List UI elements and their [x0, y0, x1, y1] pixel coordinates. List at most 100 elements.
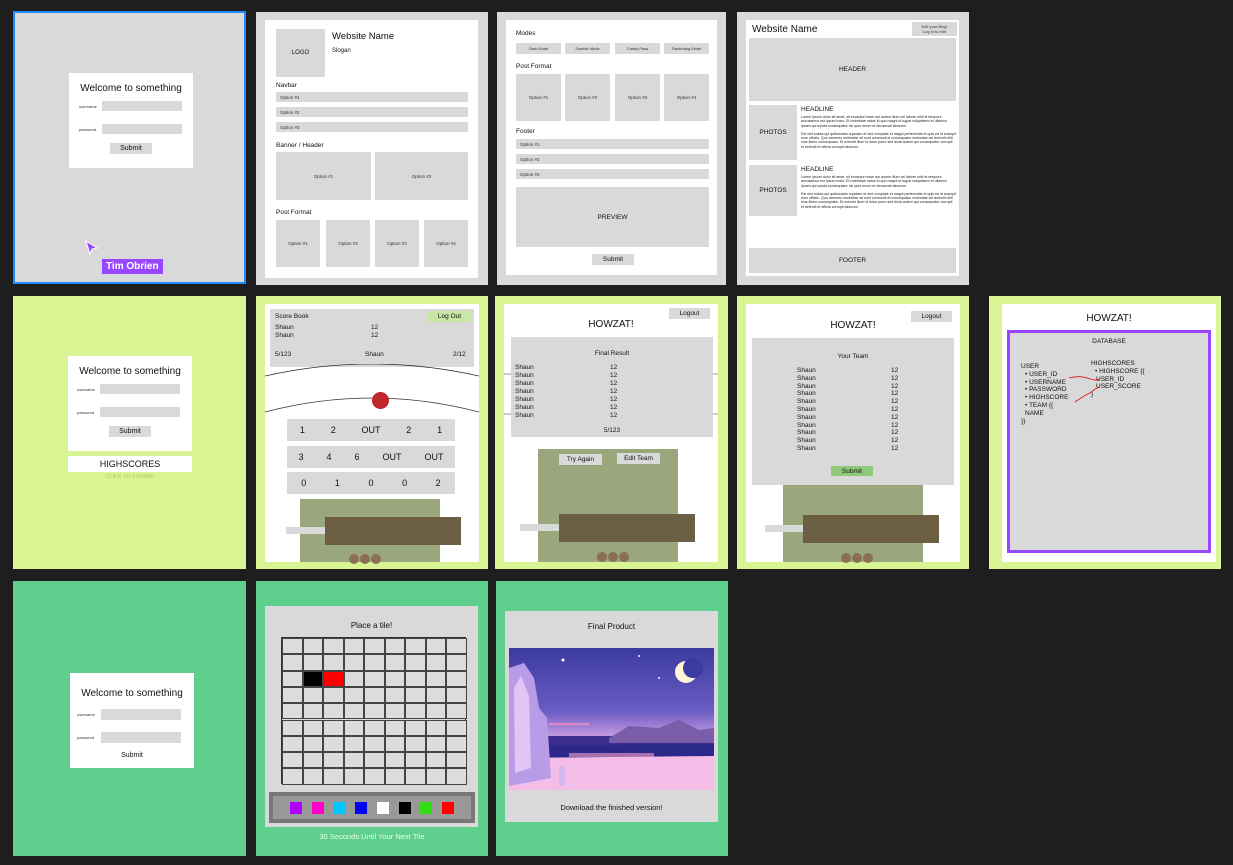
board-cell[interactable]: [343, 654, 364, 671]
board-cell[interactable]: [323, 670, 344, 687]
board-cell[interactable]: [364, 768, 385, 785]
grid-cell[interactable]: 2: [436, 478, 441, 488]
board-cell[interactable]: [343, 638, 364, 655]
board-cell[interactable]: [364, 654, 385, 671]
username-input[interactable]: [100, 384, 180, 394]
cricket-bat[interactable]: [803, 515, 939, 543]
banner-option[interactable]: Option #1: [276, 152, 371, 200]
board-cell[interactable]: [343, 670, 364, 687]
website-frame[interactable]: Website Name Edit your Blog! Log in to e…: [737, 12, 969, 285]
mode-button[interactable]: Flashbang Mode: [664, 43, 709, 54]
board-cell[interactable]: [446, 654, 467, 671]
post-option[interactable]: Option #1: [516, 74, 561, 121]
board-cell[interactable]: [384, 735, 405, 753]
grid-cell[interactable]: OUT: [382, 452, 401, 462]
grid-cell[interactable]: 2: [406, 425, 411, 435]
board-cell[interactable]: [302, 752, 323, 769]
board-cell[interactable]: [323, 752, 344, 769]
color-swatch[interactable]: [289, 801, 302, 814]
nav-option[interactable]: Option #3: [276, 122, 468, 132]
board-cell[interactable]: [405, 719, 426, 736]
board-cell[interactable]: [323, 654, 344, 671]
post-option[interactable]: Option #4: [424, 220, 468, 267]
board-cell[interactable]: [384, 654, 405, 671]
cricket-bat[interactable]: [559, 514, 695, 542]
nav-option[interactable]: Option #1: [276, 92, 468, 102]
post-option[interactable]: Option #3: [375, 220, 419, 267]
board-cell[interactable]: [282, 703, 303, 720]
color-swatch[interactable]: [376, 801, 389, 814]
logout-button[interactable]: Logout: [911, 311, 952, 322]
board-cell[interactable]: [282, 768, 303, 785]
nav-option[interactable]: Option #2: [276, 107, 468, 117]
board-cell[interactable]: [446, 686, 467, 704]
banner-option[interactable]: Option #2: [375, 152, 468, 200]
color-swatch[interactable]: [311, 801, 324, 814]
grid-cell[interactable]: 1: [335, 478, 340, 488]
password-input[interactable]: [100, 407, 180, 417]
board-cell[interactable]: [302, 719, 323, 736]
color-swatch[interactable]: [333, 801, 346, 814]
board-cell[interactable]: [343, 735, 364, 753]
board-cell[interactable]: [364, 703, 385, 720]
board-cell[interactable]: [364, 670, 385, 687]
board-cell[interactable]: [364, 638, 385, 655]
board-cell[interactable]: [405, 752, 426, 769]
grid-cell[interactable]: 4: [326, 452, 331, 462]
post-option[interactable]: Option #1: [276, 220, 320, 267]
submit-button[interactable]: Submit: [70, 752, 194, 759]
password-input[interactable]: [101, 732, 181, 743]
post-option[interactable]: Option #2: [565, 74, 610, 121]
board-cell[interactable]: [446, 735, 467, 753]
mode-button[interactable]: Candy Pass: [615, 43, 660, 54]
board-cell[interactable]: [343, 752, 364, 769]
grid-cell[interactable]: 0: [301, 478, 306, 488]
grid-cell[interactable]: 3: [298, 452, 303, 462]
board-cell[interactable]: [384, 703, 405, 720]
mode-button[interactable]: Zombie Mode: [565, 43, 610, 54]
board-cell[interactable]: [302, 735, 323, 753]
board-cell[interactable]: [384, 686, 405, 704]
board-cell[interactable]: [323, 703, 344, 720]
board-cell[interactable]: [323, 768, 344, 785]
post-option[interactable]: Option #3: [615, 74, 660, 121]
grid-cell[interactable]: OUT: [361, 425, 380, 435]
grid-cell[interactable]: OUT: [424, 452, 443, 462]
board-cell[interactable]: [302, 670, 323, 687]
board-cell[interactable]: [384, 752, 405, 769]
board-cell[interactable]: [384, 638, 405, 655]
password-input[interactable]: [102, 124, 182, 134]
board-cell[interactable]: [302, 768, 323, 785]
board-cell[interactable]: [384, 768, 405, 785]
board-cell[interactable]: [425, 735, 446, 753]
board-cell[interactable]: [425, 638, 446, 655]
board-cell[interactable]: [302, 703, 323, 720]
board-cell[interactable]: [364, 719, 385, 736]
cricket-bat[interactable]: [325, 517, 461, 545]
cricket-ball[interactable]: [372, 392, 389, 409]
board-cell[interactable]: [405, 768, 426, 785]
board-cell[interactable]: [343, 686, 364, 704]
team-frame[interactable]: HOWZAT! Logout Your Team Shaun 12 Shaun 12 S…: [737, 296, 969, 569]
username-input[interactable]: [102, 101, 182, 111]
footer-option[interactable]: Option #3: [516, 169, 709, 179]
board-cell[interactable]: [425, 719, 446, 736]
board-cell[interactable]: [364, 752, 385, 769]
board-cell[interactable]: [446, 670, 467, 687]
tile-frame[interactable]: Place a tile! 30 Seconds Until Your Next…: [256, 581, 488, 856]
login-green-frame[interactable]: Welcome to something username password S…: [13, 581, 246, 856]
board-cell[interactable]: [282, 686, 303, 704]
board-cell[interactable]: [343, 719, 364, 736]
submit-button[interactable]: Submit: [592, 254, 634, 265]
expand-hint[interactable]: CLICK TO EXPAND: [68, 474, 192, 480]
board-cell[interactable]: [425, 654, 446, 671]
board-cell[interactable]: [425, 752, 446, 769]
board-cell[interactable]: [302, 686, 323, 704]
footer-option[interactable]: Option #2: [516, 154, 709, 164]
grid-cell[interactable]: 6: [354, 452, 359, 462]
download-link[interactable]: Download the finished version!: [505, 803, 718, 812]
board-cell[interactable]: [302, 638, 323, 655]
logout-button[interactable]: Log Out: [428, 311, 471, 322]
board-cell[interactable]: [425, 686, 446, 704]
post-option[interactable]: Option #2: [326, 220, 370, 267]
